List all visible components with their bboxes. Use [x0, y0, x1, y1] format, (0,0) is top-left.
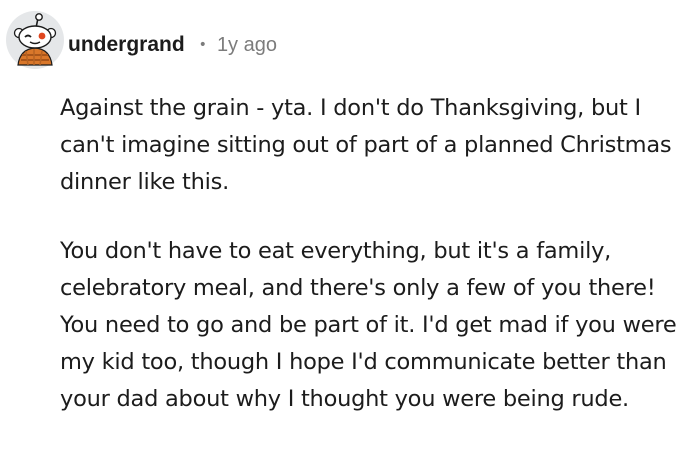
- comment-meta: undergrand • 1y ago: [68, 30, 277, 60]
- comment-paragraph: Against the grain - yta. I don't do Than…: [60, 95, 672, 195]
- comment-body: Against the grain - yta. I don't do Than…: [60, 90, 696, 418]
- comment-timestamp[interactable]: 1y ago: [217, 34, 277, 57]
- user-avatar[interactable]: [6, 11, 64, 69]
- comment: undergrand • 1y ago Against the grain - …: [0, 0, 700, 468]
- meta-separator: •: [198, 37, 207, 53]
- author-username[interactable]: undergrand: [68, 33, 185, 57]
- comment-paragraph: You don't have to eat everything, but it…: [60, 238, 677, 412]
- snoo-avatar-icon: [6, 11, 64, 69]
